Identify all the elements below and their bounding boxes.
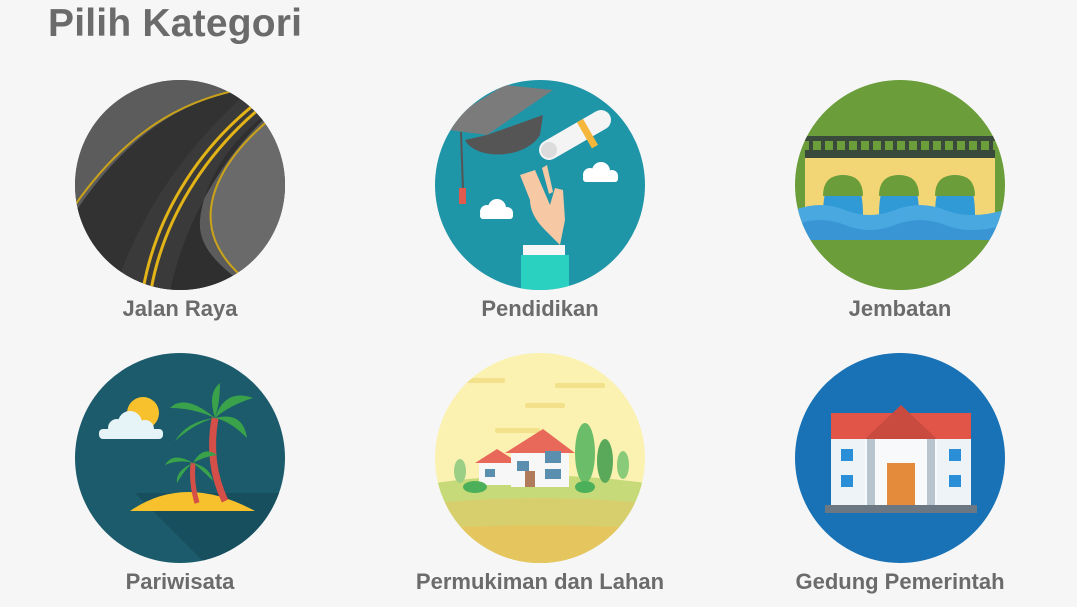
category-label: Jalan Raya: [122, 296, 238, 321]
category-jalan-raya[interactable]: Jalan Raya: [30, 80, 330, 322]
category-pariwisata[interactable]: Pariwisata: [30, 353, 330, 595]
page-title: Pilih Kategori: [48, 2, 303, 45]
category-gedung-pemerintah[interactable]: Gedung Pemerintah: [750, 353, 1050, 595]
category-pendidikan[interactable]: Pendidikan: [390, 80, 690, 322]
category-label: Pendidikan: [481, 296, 599, 321]
road-icon: [75, 80, 285, 290]
graduation-icon: [435, 80, 645, 290]
government-building-icon: [795, 353, 1005, 563]
category-label: Jembatan: [848, 296, 952, 321]
category-permukiman-dan-lahan[interactable]: Permukiman dan Lahan: [390, 353, 690, 595]
bridge-icon: [795, 80, 1005, 290]
category-jembatan[interactable]: Jembatan: [750, 80, 1050, 322]
palm-island-icon: [75, 353, 285, 563]
category-label: Permukiman dan Lahan: [415, 569, 665, 594]
category-label: Gedung Pemerintah: [795, 569, 1005, 594]
house-landscape-icon: [435, 353, 645, 563]
category-label: Pariwisata: [125, 569, 235, 594]
